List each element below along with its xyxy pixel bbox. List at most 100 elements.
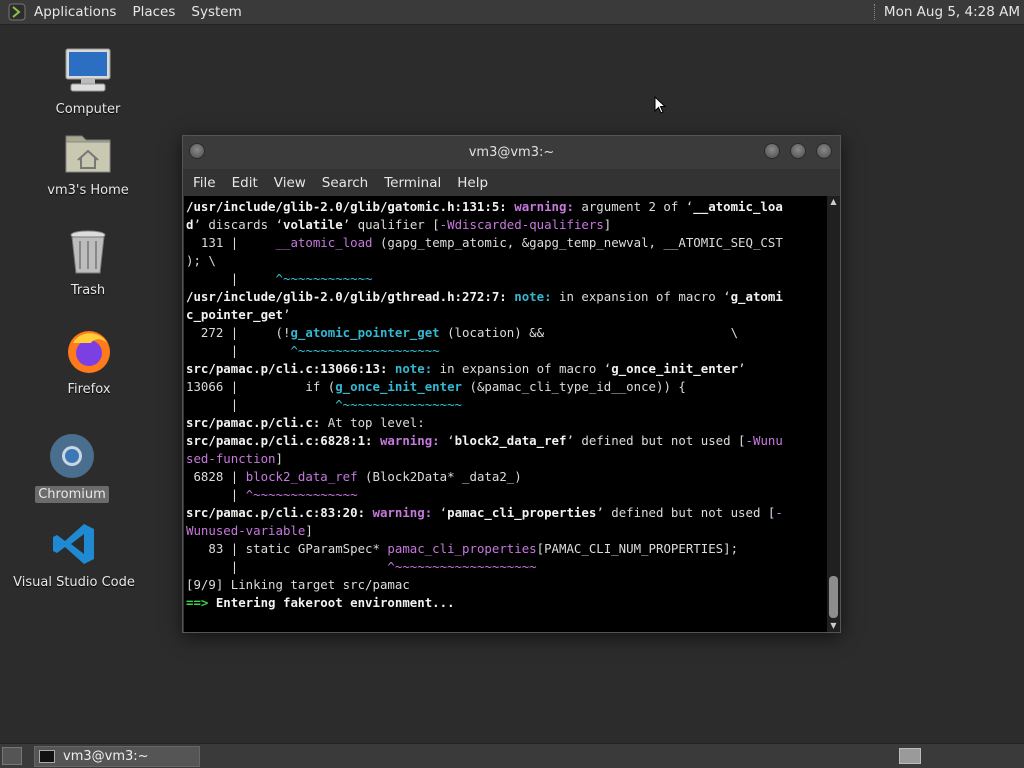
terminal-text-segment: - <box>775 505 783 520</box>
terminal-line: 272 | (!g_atomic_pointer_get (location) … <box>186 324 827 342</box>
terminal-text-segment: g_once_init_enter <box>335 379 463 394</box>
menu-search[interactable]: Search <box>314 175 376 191</box>
terminal-text: /usr/include/glib-2.0/glib/gatomic.h:131… <box>184 196 827 612</box>
panel-separator <box>873 4 876 20</box>
terminal-text-segment: ^~~~~~~~~~~~~~~~~~~~ <box>290 343 440 358</box>
terminal-menubar: File Edit View Search Terminal Help <box>183 169 840 196</box>
terminal-text-segment: note: <box>514 289 559 304</box>
terminal-text-segment: ’ discards ‘ <box>193 217 283 232</box>
desktop-icon-computer[interactable]: Computer <box>33 45 143 118</box>
terminal-text-segment: in expansion of macro ‘ <box>439 361 612 376</box>
terminal-line: | ^~~~~~~~~~~~~~~ <box>186 486 827 504</box>
terminal-text-segment: | <box>186 559 388 574</box>
terminal-text-segment: g_atomi <box>730 289 783 304</box>
terminal-text-segment: pamac_cli_properties <box>387 541 537 556</box>
terminal-output[interactable]: /usr/include/glib-2.0/glib/gatomic.h:131… <box>184 196 827 632</box>
desktop-icon-label: Firefox <box>67 382 111 397</box>
terminal-text-segment: 6828 | <box>186 469 246 484</box>
top-menu: Applications Places System <box>0 0 250 24</box>
menu-edit[interactable]: Edit <box>224 175 266 191</box>
terminal-line: Wunused-variable] <box>186 522 827 540</box>
terminal-line: 6828 | block2_data_ref (Block2Data* _dat… <box>186 468 827 486</box>
scrollbar-thumb[interactable] <box>829 576 838 618</box>
terminal-scrollbar[interactable]: ▲ ▼ <box>827 196 840 632</box>
terminal-text-segment: ’ <box>738 361 746 376</box>
terminal-line: d’ discards ‘volatile’ qualifier [-Wdisc… <box>186 216 827 234</box>
terminal-text-segment: src/pamac.p/cli.c:83:20: <box>186 505 373 520</box>
terminal-text-segment: ^~~~~~~~~~~~~ <box>275 271 373 286</box>
workspace-switcher[interactable] <box>899 748 921 764</box>
mouse-cursor-icon <box>654 96 666 114</box>
chromium-icon <box>46 430 98 482</box>
desktop-icon-label: Computer <box>55 102 121 117</box>
terminal-text-segment: warning: <box>514 199 582 214</box>
clock[interactable]: Mon Aug 5, 4:28 AM <box>884 4 1024 20</box>
desktop-icon-firefox[interactable]: Firefox <box>34 325 144 398</box>
home-folder-icon <box>62 126 114 178</box>
terminal-text-segment: argument 2 of ‘ <box>581 199 694 214</box>
terminal-line: ==> Entering fakeroot environment... <box>186 594 827 612</box>
terminal-text-segment: -Wdiscarded-qualifiers <box>439 217 604 232</box>
firefox-icon <box>63 325 115 377</box>
terminal-line: 83 | static GParamSpec* pamac_cli_proper… <box>186 540 827 558</box>
terminal-icon <box>39 749 55 763</box>
show-desktop-icon[interactable] <box>2 747 22 765</box>
menu-terminal[interactable]: Terminal <box>376 175 449 191</box>
terminal-text-segment: ’ defined but not used [ <box>566 433 746 448</box>
desktop-icon-label: Visual Studio Code <box>13 575 135 590</box>
scroll-down-icon[interactable]: ▼ <box>827 620 840 632</box>
terminal-text-segment: c_pointer_get <box>186 307 283 322</box>
terminal-window[interactable]: vm3@vm3:~ File Edit View Search Terminal… <box>182 135 841 633</box>
terminal-text-segment: in expansion of macro ‘ <box>559 289 731 304</box>
bottom-panel: vm3@vm3:~ <box>0 743 1024 768</box>
terminal-text-segment: note: <box>394 361 440 376</box>
menu-view[interactable]: View <box>266 175 314 191</box>
terminal-text-segment: /usr/include/glib-2.0/glib/gatomic.h:131… <box>186 199 515 214</box>
terminal-text-segment: warning: <box>379 433 448 448</box>
menu-file[interactable]: File <box>185 175 224 191</box>
terminal-text-segment: Wunused-variable <box>186 523 306 538</box>
menu-system[interactable]: System <box>183 0 249 24</box>
terminal-text-segment: 131 | <box>186 235 276 250</box>
distro-logo-icon[interactable] <box>8 3 26 21</box>
terminal-text-segment: [PAMAC_CLI_NUM_PROPERTIES]; <box>536 541 739 556</box>
terminal-text-segment: pamac_cli_properties <box>447 505 597 520</box>
terminal-line: src/pamac.p/cli.c:13066:13: note: in exp… <box>186 360 827 378</box>
terminal-text-segment: ’ qualifier [ <box>342 217 440 232</box>
terminal-text-segment: 13066 | if ( <box>186 379 336 394</box>
terminal-text-segment: block2_data_ref <box>245 469 358 484</box>
terminal-line: 131 | __atomic_load (gapg_temp_atomic, &… <box>186 234 827 252</box>
menu-places[interactable]: Places <box>124 0 183 24</box>
close-button[interactable] <box>816 143 832 159</box>
terminal-text-segment: src/pamac.p/cli.c:13066:13: <box>186 361 395 376</box>
terminal-text-segment: (&pamac_cli_type_id__once)) { <box>462 379 686 394</box>
terminal-line: 13066 | if (g_once_init_enter (&pamac_cl… <box>186 378 827 396</box>
terminal-text-segment: | <box>186 271 276 286</box>
window-menu-button[interactable] <box>189 143 205 159</box>
terminal-text-segment: /usr/include/glib-2.0/glib/gthread.h:272… <box>186 289 515 304</box>
terminal-text-segment: ‘ <box>447 433 455 448</box>
terminal-text-segment: ^~~~~~~~~~~~~~~ <box>245 487 358 502</box>
taskbar-item-terminal[interactable]: vm3@vm3:~ <box>34 745 200 767</box>
terminal-line: src/pamac.p/cli.c:6828:1: warning: ‘bloc… <box>186 432 827 450</box>
terminal-line: [9/9] Linking target src/pamac <box>186 576 827 594</box>
menu-applications[interactable]: Applications <box>26 0 124 24</box>
terminal-text-segment: ); \ <box>186 253 216 268</box>
terminal-line: /usr/include/glib-2.0/glib/gthread.h:272… <box>186 288 827 306</box>
menu-help[interactable]: Help <box>449 175 496 191</box>
terminal-line: src/pamac.p/cli.c:83:20: warning: ‘pamac… <box>186 504 827 522</box>
terminal-text-segment: (location) && \ <box>439 325 739 340</box>
scroll-up-icon[interactable]: ▲ <box>827 196 840 208</box>
minimize-button[interactable] <box>764 143 780 159</box>
terminal-line: src/pamac.p/cli.c: At top level: <box>186 414 827 432</box>
terminal-text-segment: ’ <box>282 307 291 322</box>
terminal-text-segment: __atomic_load <box>275 235 373 250</box>
desktop-icon-vscode[interactable]: Visual Studio Code <box>13 518 135 591</box>
terminal-line: | ^~~~~~~~~~~~~~~~~ <box>186 396 827 414</box>
window-titlebar[interactable]: vm3@vm3:~ <box>183 136 840 169</box>
desktop-icon-home[interactable]: vm3's Home <box>33 126 143 199</box>
taskbar-item-label: vm3@vm3:~ <box>63 748 149 764</box>
maximize-button[interactable] <box>790 143 806 159</box>
desktop-icon-trash[interactable]: Trash <box>33 226 143 299</box>
desktop-icon-chromium[interactable]: Chromium <box>17 430 127 503</box>
